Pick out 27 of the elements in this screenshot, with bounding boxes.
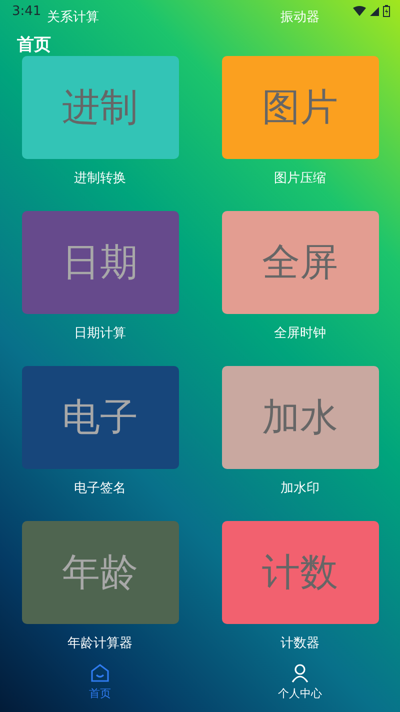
top-menu-item[interactable]: 关系计算 <box>47 8 99 28</box>
feature-tile[interactable]: 全屏 <box>222 211 378 314</box>
feature-tile[interactable]: 进制 <box>22 56 178 159</box>
feature-tile[interactable]: 日期 <box>22 211 178 314</box>
page-title: 首页 <box>17 34 51 56</box>
nav-tab[interactable]: 首页 <box>89 660 111 701</box>
wifi-icon <box>353 6 366 16</box>
feature-tile[interactable]: 电子 <box>22 366 178 469</box>
feature-tile[interactable]: 图片 <box>222 56 378 159</box>
tile-label: 年龄计算器 <box>68 635 132 653</box>
tile-label: 进制转换 <box>74 170 126 188</box>
status-time: 3:41 <box>12 4 42 18</box>
battery-icon <box>383 5 390 17</box>
tile-label: 日期计算 <box>74 325 126 343</box>
signal-icon <box>370 6 379 16</box>
top-menu-item[interactable]: 振动器 <box>280 8 320 28</box>
feature-tile[interactable]: 加水 <box>222 366 378 469</box>
tile-label: 电子签名 <box>74 480 126 498</box>
feature-tile[interactable]: 计数 <box>222 521 378 624</box>
home-icon <box>90 663 110 683</box>
person-icon <box>290 663 310 683</box>
tile-label: 加水印 <box>280 480 320 498</box>
tile-label: 图片压缩 <box>274 170 326 188</box>
nav-tab[interactable]: 个人中心 <box>278 660 322 701</box>
tile-label: 计数器 <box>280 635 320 653</box>
tile-label: 全屏时钟 <box>274 325 326 343</box>
feature-tile[interactable]: 年龄 <box>22 521 178 624</box>
